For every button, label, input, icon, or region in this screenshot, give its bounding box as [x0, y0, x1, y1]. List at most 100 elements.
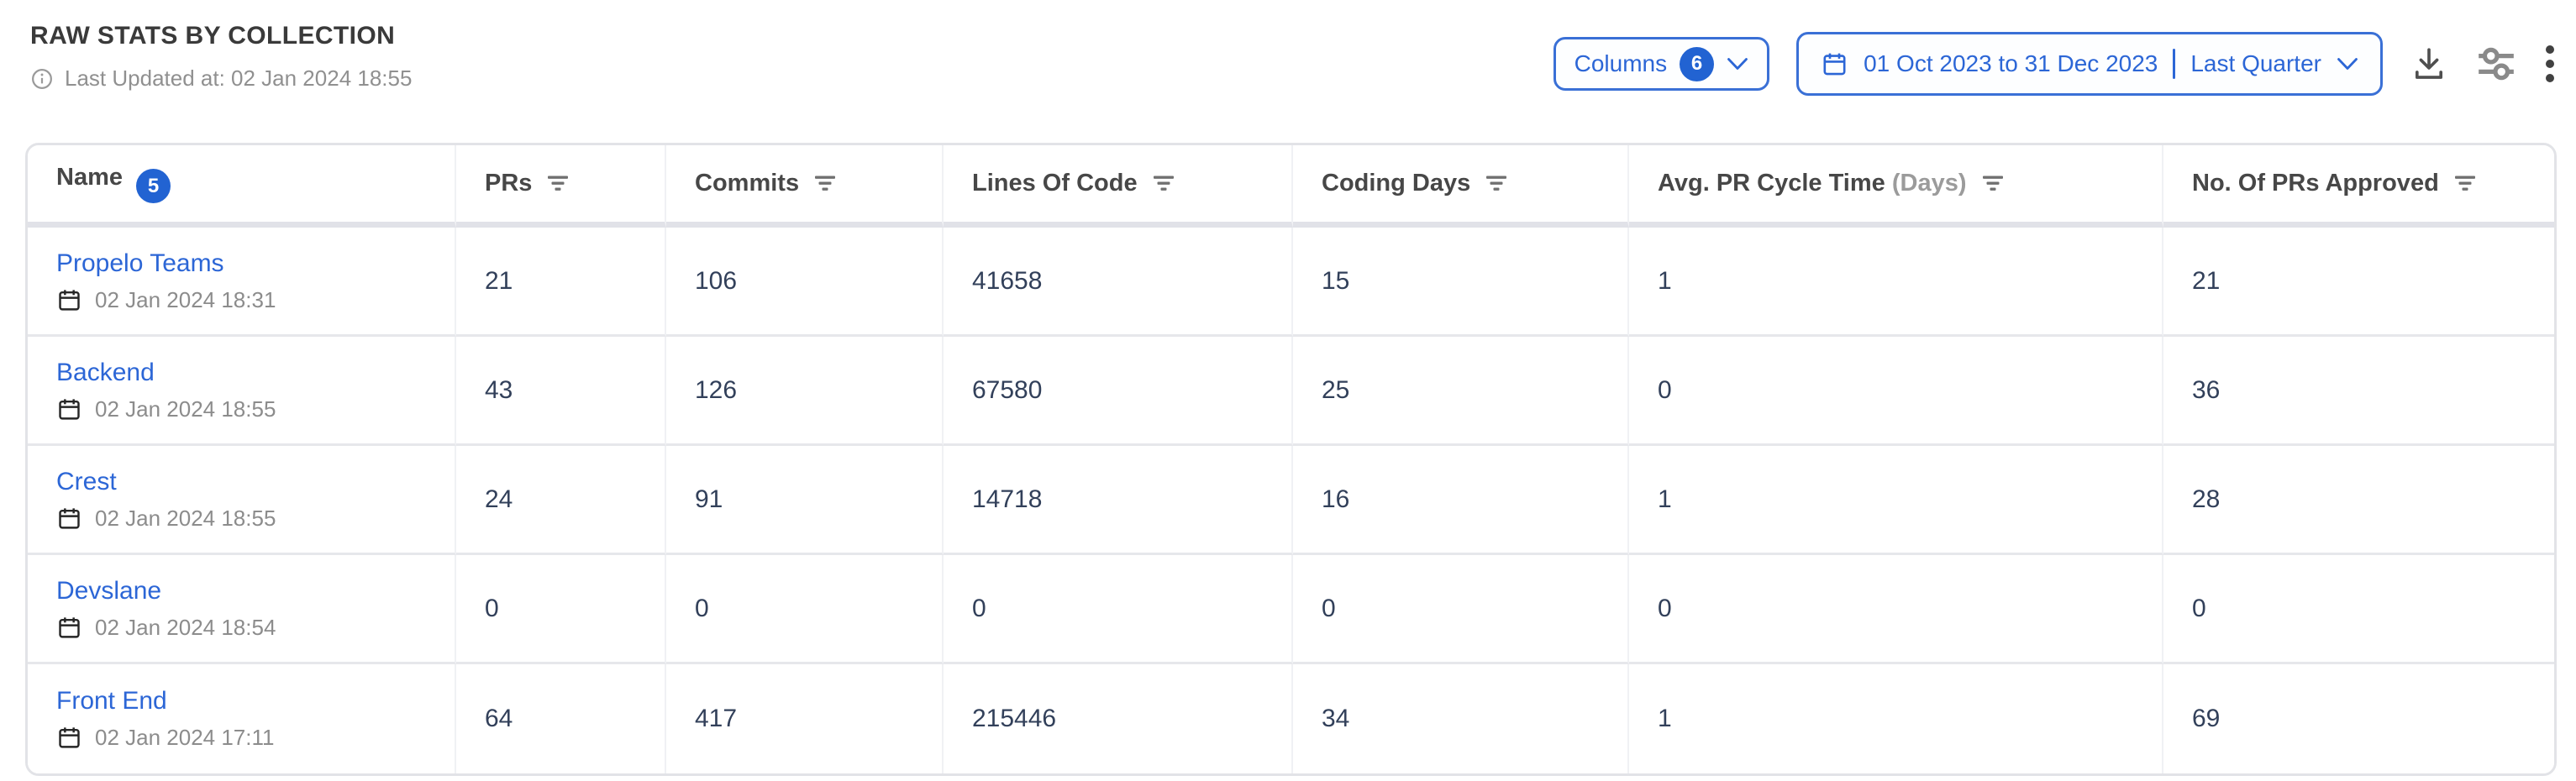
row-updated-at: 02 Jan 2024 18:31: [95, 287, 276, 313]
column-header-coding-days: Coding Days: [1293, 145, 1629, 228]
columns-button-label: Columns: [1575, 50, 1667, 77]
row-updated-at: 02 Jan 2024 17:11: [95, 725, 274, 751]
table-row: Backend 02 Jan 2024 18:55 43 126 67580 2…: [28, 337, 2554, 446]
row-updated-at: 02 Jan 2024 18:55: [95, 396, 276, 422]
chevron-down-icon: [1727, 57, 1748, 71]
table-row: Front End 02 Jan 2024 17:11 64 417 21544…: [28, 664, 2554, 773]
collection-link[interactable]: Crest: [56, 468, 117, 496]
header-controls: Columns 6 01 Oct 2023 to 31 Dec 2023 Las…: [1553, 32, 2556, 96]
filter-icon[interactable]: [547, 175, 569, 192]
calendar-icon: [56, 725, 82, 751]
cell-lines-of-code: 67580: [972, 376, 1042, 404]
cell-lines-of-code: 215446: [972, 705, 1056, 732]
column-label: No. Of PRs Approved: [2192, 170, 2439, 197]
column-header-commits: Commits: [666, 145, 944, 228]
table-header-row: Name 5 PRs Commits Lines Of Code Coding D…: [28, 145, 2554, 228]
name-cell: Front End 02 Jan 2024 17:11: [28, 664, 456, 773]
cell-coding-days: 0: [1322, 595, 1336, 622]
column-header-avg-pr-cycle-time: Avg. PR Cycle Time (Days): [1629, 145, 2163, 228]
cell-commits: 126: [695, 376, 737, 404]
cell-commits: 91: [695, 485, 723, 513]
filter-icon[interactable]: [814, 175, 836, 192]
cell-prs: 0: [485, 595, 499, 622]
calendar-icon: [56, 506, 82, 532]
cell-lines-of-code: 14718: [972, 485, 1042, 513]
date-range-button[interactable]: 01 Oct 2023 to 31 Dec 2023 Last Quarter: [1796, 32, 2383, 96]
cell-commits: 0: [695, 595, 709, 622]
date-preset-label: Last Quarter: [2190, 50, 2321, 77]
column-header-name: Name 5: [28, 145, 456, 228]
calendar-icon: [56, 287, 82, 313]
cell-commits: 417: [695, 705, 737, 732]
collection-link[interactable]: Front End: [56, 687, 167, 715]
cell-avg-pr-cycle-time: 0: [1658, 595, 1672, 622]
column-label: PRs: [485, 170, 532, 197]
cell-prs-approved: 36: [2192, 376, 2220, 404]
column-label: Coding Days: [1322, 170, 1470, 197]
kebab-menu-icon: [2544, 43, 2556, 85]
calendar-icon: [56, 396, 82, 422]
last-updated-text: Last Updated at: 02 Jan 2024 18:55: [65, 66, 412, 92]
table-settings-button[interactable]: [2475, 43, 2517, 85]
column-header-prs: PRs: [456, 145, 666, 228]
collection-link[interactable]: Backend: [56, 359, 155, 387]
column-header-lines-of-code: Lines Of Code: [944, 145, 1293, 228]
cell-prs: 21: [485, 267, 513, 295]
cell-commits: 106: [695, 267, 737, 295]
cell-avg-pr-cycle-time: 0: [1658, 376, 1672, 404]
columns-button[interactable]: Columns 6: [1553, 37, 1769, 91]
table-row: Crest 02 Jan 2024 18:55 24 91 14718 16 1…: [28, 446, 2554, 555]
calendar-icon: [56, 615, 82, 641]
download-button[interactable]: [2410, 45, 2448, 83]
column-label: Name: [56, 164, 123, 191]
cell-prs: 43: [485, 376, 513, 404]
chevron-down-icon: [2337, 57, 2358, 71]
collection-link[interactable]: Devslane: [56, 577, 161, 605]
cell-coding-days: 34: [1322, 705, 1349, 732]
column-label-sub: (Days): [1892, 170, 1967, 197]
cell-avg-pr-cycle-time: 1: [1658, 267, 1672, 295]
header-left: RAW STATS BY COLLECTION Last Updated at:…: [30, 22, 412, 92]
page-header: RAW STATS BY COLLECTION Last Updated at:…: [0, 0, 2576, 96]
sliders-icon: [2475, 43, 2517, 85]
last-updated: Last Updated at: 02 Jan 2024 18:55: [30, 66, 412, 92]
cell-lines-of-code: 0: [972, 595, 986, 622]
name-cell: Propelo Teams 02 Jan 2024 18:31: [28, 228, 456, 337]
column-label: Avg. PR Cycle Time: [1658, 170, 1885, 197]
cell-avg-pr-cycle-time: 1: [1658, 485, 1672, 513]
cell-coding-days: 25: [1322, 376, 1349, 404]
cell-prs-approved: 69: [2192, 705, 2220, 732]
raw-stats-table: Name 5 PRs Commits Lines Of Code Coding D…: [25, 143, 2557, 776]
date-range-divider: [2173, 49, 2175, 79]
cell-coding-days: 16: [1322, 485, 1349, 513]
filter-icon[interactable]: [2454, 175, 2476, 192]
date-range-text: 01 Oct 2023 to 31 Dec 2023: [1864, 50, 2158, 77]
cell-prs-approved: 0: [2192, 595, 2206, 622]
column-label: Lines Of Code: [972, 170, 1138, 197]
name-cell: Backend 02 Jan 2024 18:55: [28, 337, 456, 446]
cell-coding-days: 15: [1322, 267, 1349, 295]
calendar-icon: [1821, 50, 1848, 78]
column-label: Commits: [695, 170, 799, 197]
cell-avg-pr-cycle-time: 1: [1658, 705, 1672, 732]
filter-icon[interactable]: [1982, 175, 2004, 192]
cell-prs: 24: [485, 485, 513, 513]
name-count-badge: 5: [136, 169, 171, 203]
cell-prs-approved: 28: [2192, 485, 2220, 513]
filter-icon[interactable]: [1153, 175, 1175, 192]
table-row: Propelo Teams 02 Jan 2024 18:31 21 106 4…: [28, 228, 2554, 337]
cell-prs-approved: 21: [2192, 267, 2220, 295]
cell-lines-of-code: 41658: [972, 267, 1042, 295]
table-row: Devslane 02 Jan 2024 18:54 0 0 0 0 0 0: [28, 555, 2554, 664]
filter-icon[interactable]: [1485, 175, 1507, 192]
info-icon: [30, 67, 54, 91]
download-icon: [2410, 45, 2448, 83]
row-updated-at: 02 Jan 2024 18:55: [95, 506, 276, 532]
page-title: RAW STATS BY COLLECTION: [30, 22, 412, 50]
collection-link[interactable]: Propelo Teams: [56, 249, 224, 278]
columns-count-badge: 6: [1680, 47, 1714, 81]
row-updated-at: 02 Jan 2024 18:54: [95, 615, 276, 641]
column-header-prs-approved: No. Of PRs Approved: [2163, 145, 2554, 228]
more-options-button[interactable]: [2544, 43, 2556, 85]
cell-prs: 64: [485, 705, 513, 732]
